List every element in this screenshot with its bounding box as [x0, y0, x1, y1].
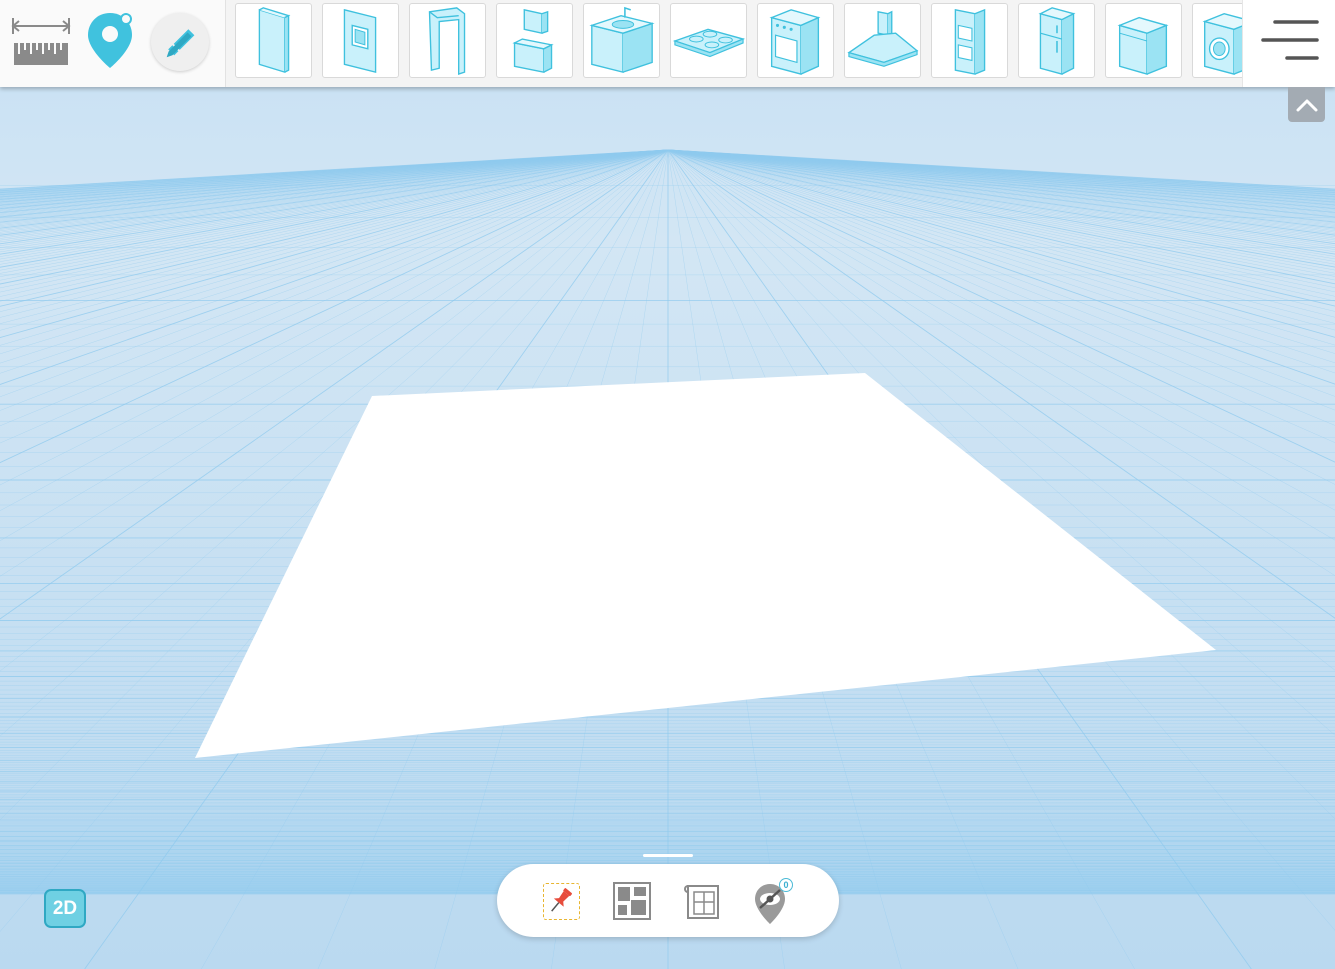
range-hood-icon[interactable]	[844, 3, 921, 78]
collapse-toolbar-button[interactable]	[1288, 87, 1325, 122]
pin-icon[interactable]	[543, 883, 580, 920]
blueprint-icon[interactable]	[682, 880, 724, 922]
hamburger-menu-icon[interactable]	[1259, 18, 1321, 64]
location-pin-icon[interactable]	[84, 10, 136, 72]
cooktop-icon[interactable]	[670, 3, 747, 78]
dishwasher-icon[interactable]	[1105, 3, 1182, 78]
floor-layout-icon[interactable]	[611, 880, 653, 922]
washing-machine-icon[interactable]	[1192, 3, 1242, 78]
cabinet-stack-icon[interactable]	[496, 3, 573, 78]
tall-oven-cabinet-icon[interactable]	[931, 3, 1008, 78]
tool-group	[0, 0, 226, 87]
doorway-icon[interactable]	[409, 3, 486, 78]
furniture-catalog[interactable]	[228, 0, 1242, 87]
bottom-action-bar: 0	[497, 864, 839, 937]
window-icon[interactable]	[322, 3, 399, 78]
measure-ruler-icon[interactable]	[10, 14, 72, 68]
chevron-up-icon	[1296, 99, 1317, 111]
viewport-3d[interactable]	[0, 0, 1335, 969]
stove-oven-icon[interactable]	[757, 3, 834, 78]
sink-cabinet-icon[interactable]	[583, 3, 660, 78]
pencil-ruler-icon[interactable]	[151, 13, 209, 71]
top-toolbar	[0, 0, 1335, 87]
menu-area	[1242, 0, 1335, 87]
refrigerator-icon[interactable]	[1018, 3, 1095, 78]
toggle-2d-view-button[interactable]: 2D	[44, 889, 86, 928]
wall-panel-icon[interactable]	[235, 3, 312, 78]
bottom-bar-drag-handle[interactable]	[643, 854, 693, 857]
hidden-count-badge: 0	[779, 878, 793, 892]
